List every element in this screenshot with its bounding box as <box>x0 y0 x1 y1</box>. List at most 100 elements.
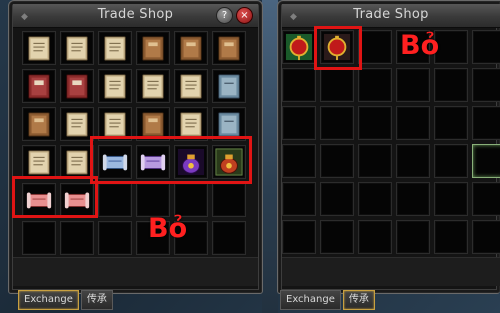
book-tan-icon <box>177 72 205 100</box>
item-slot[interactable] <box>174 31 208 65</box>
item-slot[interactable] <box>320 106 354 140</box>
item-slot[interactable] <box>60 183 94 217</box>
tab-chuancheng[interactable]: 传承 <box>342 290 375 310</box>
tab-exchange[interactable]: Exchange <box>18 290 79 310</box>
item-slot[interactable] <box>136 69 170 103</box>
item-slot[interactable] <box>434 144 468 178</box>
item-slot[interactable] <box>22 69 56 103</box>
tab-chuancheng[interactable]: 传承 <box>80 290 113 310</box>
item-slot[interactable] <box>22 107 56 141</box>
item-slot[interactable] <box>212 221 246 255</box>
item-slot[interactable] <box>358 220 392 254</box>
book-tan-icon <box>101 34 129 62</box>
item-slot[interactable] <box>60 145 94 179</box>
item-slot[interactable] <box>22 221 56 255</box>
book-tan-icon <box>101 110 129 138</box>
item-slot[interactable] <box>174 69 208 103</box>
item-grid <box>22 31 246 255</box>
item-slot[interactable] <box>472 106 500 140</box>
item-slot[interactable] <box>60 69 94 103</box>
scroll-red-icon <box>25 186 53 214</box>
item-slot[interactable] <box>22 145 56 179</box>
pouch-red-icon <box>215 148 243 176</box>
item-slot[interactable] <box>282 144 316 178</box>
item-slot[interactable] <box>320 182 354 216</box>
book-tan-icon <box>63 148 91 176</box>
title-bar[interactable]: ◆ Trade Shop ? × <box>13 4 258 28</box>
item-slot[interactable] <box>320 144 354 178</box>
title-bar[interactable]: ◆ Trade Shop <box>282 4 500 28</box>
item-slot[interactable] <box>358 182 392 216</box>
item-slot[interactable] <box>174 145 208 179</box>
item-slot[interactable] <box>358 30 392 64</box>
tab-bar-right: Exchange 传承 <box>280 290 377 310</box>
item-slot[interactable] <box>472 30 500 64</box>
item-slot[interactable] <box>98 221 132 255</box>
item-slot[interactable] <box>98 107 132 141</box>
item-slot[interactable] <box>358 68 392 102</box>
bottom-bar <box>282 257 500 286</box>
item-slot[interactable] <box>472 220 500 254</box>
item-slot[interactable] <box>472 68 500 102</box>
item-slot[interactable] <box>282 106 316 140</box>
item-slot[interactable] <box>212 107 246 141</box>
book-brown-icon <box>139 110 167 138</box>
book-tan-icon <box>139 72 167 100</box>
item-slot[interactable] <box>396 220 430 254</box>
item-slot[interactable] <box>98 183 132 217</box>
item-slot[interactable] <box>136 107 170 141</box>
item-slot[interactable] <box>212 69 246 103</box>
scroll-blue-icon <box>101 148 129 176</box>
item-slot[interactable] <box>98 69 132 103</box>
item-slot[interactable] <box>136 183 170 217</box>
book-tan-icon <box>63 34 91 62</box>
item-slot[interactable] <box>434 182 468 216</box>
item-slot[interactable] <box>98 31 132 65</box>
item-slot[interactable] <box>282 68 316 102</box>
item-slot[interactable] <box>282 182 316 216</box>
item-slot[interactable] <box>320 30 354 64</box>
book-tan-icon <box>63 110 91 138</box>
tab-exchange[interactable]: Exchange <box>280 290 341 310</box>
scroll-red-icon <box>63 186 91 214</box>
item-slot[interactable] <box>358 106 392 140</box>
item-slot[interactable] <box>60 221 94 255</box>
item-slot[interactable] <box>434 106 468 140</box>
item-slot[interactable] <box>136 145 170 179</box>
item-slot[interactable] <box>98 145 132 179</box>
book-blue-icon <box>215 110 243 138</box>
item-slot[interactable] <box>282 220 316 254</box>
background-gap <box>262 0 278 313</box>
book-blue-icon <box>215 72 243 100</box>
item-slot[interactable] <box>212 183 246 217</box>
item-slot[interactable] <box>60 107 94 141</box>
bottom-bar <box>13 257 258 286</box>
item-slot[interactable] <box>320 68 354 102</box>
item-slot[interactable] <box>396 182 430 216</box>
item-slot[interactable] <box>320 220 354 254</box>
item-slot[interactable] <box>174 183 208 217</box>
close-button[interactable]: × <box>236 7 253 24</box>
item-slot[interactable] <box>396 68 430 102</box>
item-slot[interactable] <box>22 183 56 217</box>
item-slot[interactable] <box>396 106 430 140</box>
book-tan-icon <box>25 148 53 176</box>
item-slot[interactable] <box>136 31 170 65</box>
window-title: Trade Shop <box>353 7 429 22</box>
item-slot[interactable] <box>282 30 316 64</box>
item-slot[interactable] <box>472 182 500 216</box>
help-button[interactable]: ? <box>216 7 233 24</box>
item-slot[interactable] <box>212 31 246 65</box>
book-tan-icon <box>177 110 205 138</box>
book-brown-icon <box>25 110 53 138</box>
item-slot[interactable] <box>472 144 500 178</box>
item-slot[interactable] <box>396 144 430 178</box>
item-slot[interactable] <box>22 31 56 65</box>
item-slot[interactable] <box>434 68 468 102</box>
book-tan-icon <box>25 34 53 62</box>
item-slot[interactable] <box>60 31 94 65</box>
item-slot[interactable] <box>212 145 246 179</box>
item-slot[interactable] <box>174 107 208 141</box>
item-slot[interactable] <box>358 144 392 178</box>
item-slot[interactable] <box>434 220 468 254</box>
